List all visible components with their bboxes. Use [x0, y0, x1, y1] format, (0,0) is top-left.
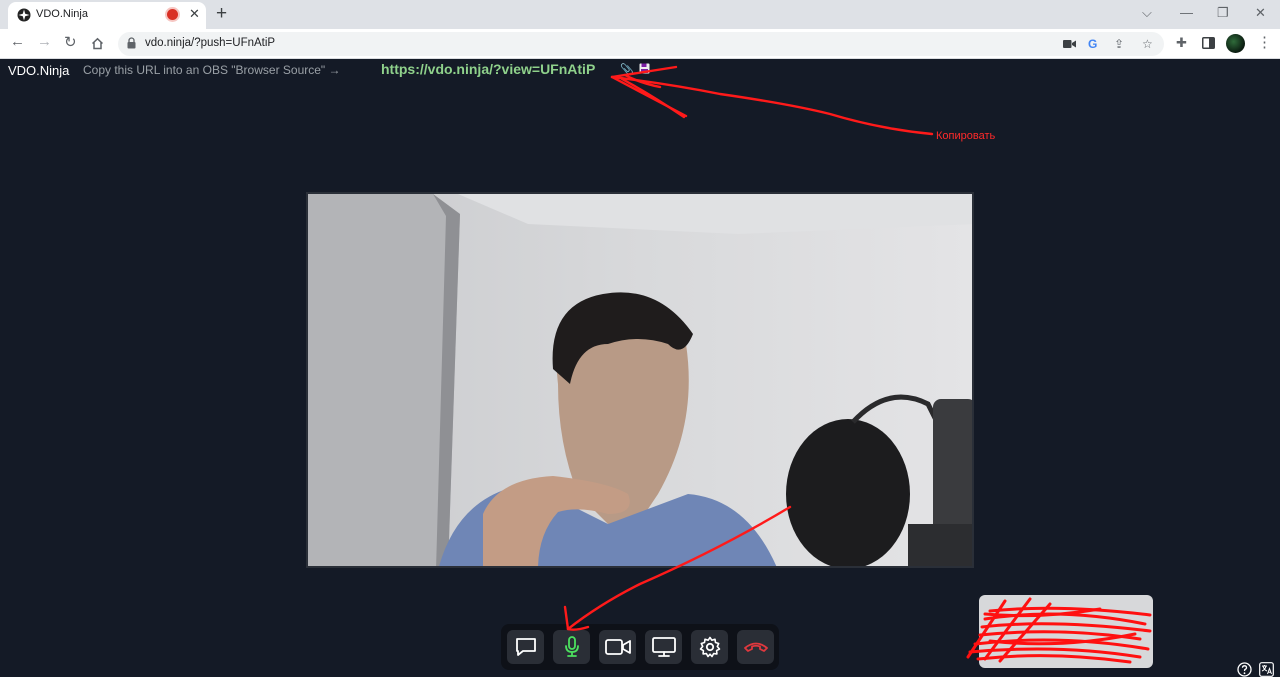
browser-tab[interactable]: VDO.Ninja ✕	[8, 2, 206, 29]
home-icon[interactable]	[91, 37, 104, 50]
chat-button[interactable]	[507, 630, 544, 664]
help-icon[interactable]	[1237, 662, 1252, 677]
annotation-arrow-to-link	[610, 65, 934, 136]
back-icon[interactable]: ←	[10, 33, 25, 50]
browser-tabstrip: VDO.Ninja ✕ + ⌵ — ❐ ✕	[0, 0, 1280, 29]
reload-icon[interactable]: ↻	[64, 33, 77, 51]
mic-button[interactable]	[553, 630, 590, 664]
vdo-ninja-favicon-icon	[17, 8, 31, 22]
camera-in-use-icon[interactable]	[1063, 39, 1076, 49]
address-bar[interactable]: vdo.ninja/?push=UFnAtiP G ⇪ ☆	[118, 32, 1164, 56]
window-close-icon[interactable]: ✕	[1255, 5, 1266, 21]
self-preview[interactable]	[979, 595, 1153, 668]
forward-icon[interactable]: →	[37, 33, 52, 50]
camera-icon	[604, 639, 631, 655]
translate-icon[interactable]	[1259, 662, 1274, 677]
side-panel-icon[interactable]	[1202, 37, 1215, 49]
gear-icon	[699, 636, 720, 658]
webcam-frame-image	[308, 194, 972, 566]
minimize-icon[interactable]: —	[1180, 5, 1193, 20]
mic-icon	[564, 636, 579, 657]
extensions-icon[interactable]: ✚	[1176, 35, 1187, 51]
view-link[interactable]: https://vdo.ninja/?view=UFnAtiP	[381, 61, 595, 77]
hangup-button[interactable]	[737, 630, 774, 664]
copy-clip-icon[interactable]: 📎	[620, 63, 634, 76]
camera-button[interactable]	[599, 630, 636, 664]
restore-icon[interactable]: ❐	[1217, 5, 1229, 21]
google-translate-icon[interactable]: G	[1088, 37, 1097, 51]
bookmark-star-icon[interactable]: ☆	[1142, 37, 1153, 51]
profile-avatar[interactable]	[1226, 34, 1245, 53]
vdo-ninja-app: VDO.Ninja Copy this URL into an OBS "Bro…	[0, 59, 1280, 677]
save-icon[interactable]	[639, 63, 650, 74]
control-bar	[501, 624, 779, 670]
browser-toolbar: ← → ↻ vdo.ninja/?push=UFnAtiP G ⇪ ☆ ✚ ⋮	[0, 29, 1280, 59]
brand-title: VDO.Ninja	[8, 63, 70, 78]
tab-close-icon[interactable]: ✕	[189, 6, 200, 22]
monitor-icon	[651, 637, 676, 657]
settings-button[interactable]	[691, 630, 728, 664]
hangup-icon	[743, 642, 768, 652]
recording-indicator-icon	[167, 9, 178, 20]
chat-icon	[515, 638, 536, 656]
lock-icon	[127, 37, 136, 49]
address-url: vdo.ninja/?push=UFnAtiP	[145, 37, 276, 49]
share-icon[interactable]: ⇪	[1114, 37, 1124, 51]
tab-search-icon[interactable]: ⌵	[1142, 5, 1152, 21]
chrome-menu-icon[interactable]: ⋮	[1257, 33, 1272, 51]
webcam-video[interactable]	[306, 192, 974, 568]
new-tab-button[interactable]: +	[216, 3, 227, 25]
annotation-label: Копировать	[936, 130, 996, 142]
tab-title: VDO.Ninja	[36, 8, 88, 20]
screenshare-button[interactable]	[645, 630, 682, 664]
copy-instruction: Copy this URL into an OBS "Browser Sourc…	[83, 63, 341, 77]
